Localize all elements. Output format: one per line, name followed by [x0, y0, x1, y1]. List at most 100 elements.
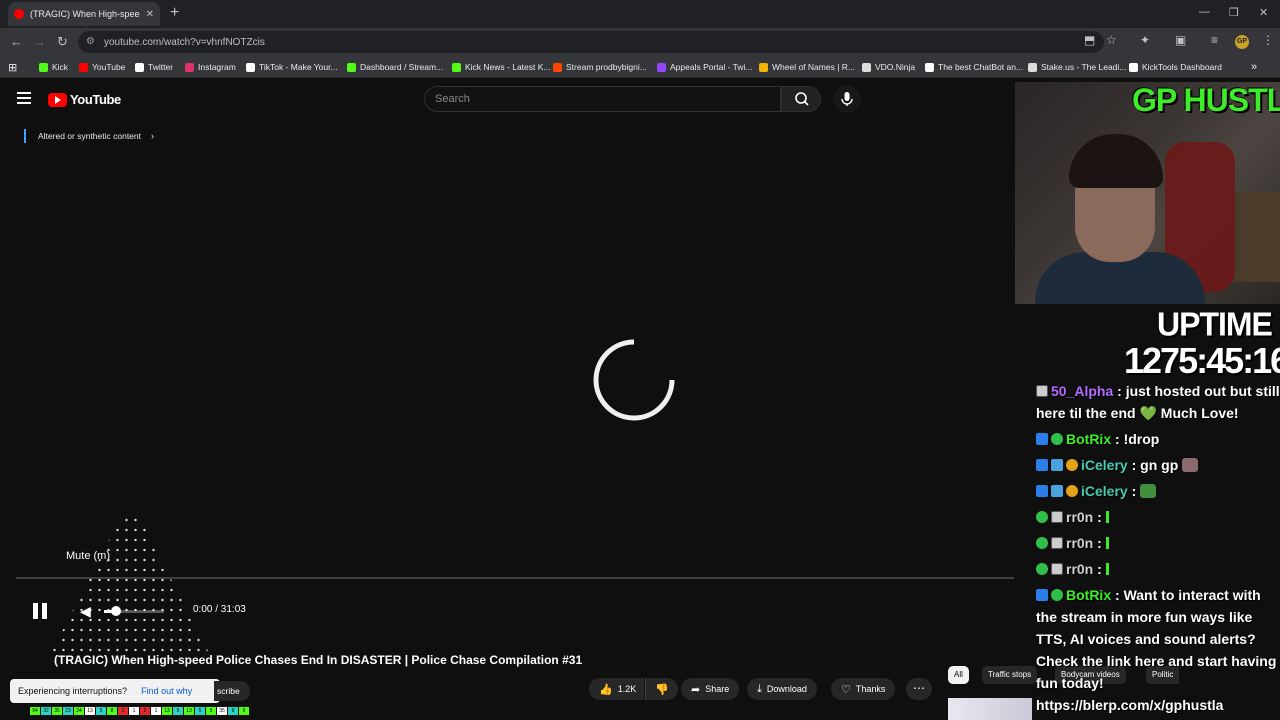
- bookmark-instagram[interactable]: Instagram: [185, 61, 236, 73]
- pause-bar-right: [42, 603, 47, 619]
- bot-badge-icon: [1036, 485, 1048, 497]
- thanks-button[interactable]: ♡ Thanks: [831, 678, 896, 700]
- bookmark-chatbot[interactable]: The best ChatBot an...: [925, 61, 1023, 73]
- site-info-icon[interactable]: ⚙: [86, 36, 95, 47]
- tv-badge-icon: [1036, 385, 1048, 397]
- minimize-button[interactable]: —: [1199, 6, 1210, 18]
- apps-grid-icon[interactable]: ⊞: [8, 61, 17, 74]
- youtube-logo[interactable]: YouTube: [48, 92, 121, 107]
- emote-strip-item: 35: [217, 707, 227, 715]
- like-button[interactable]: 👍 1.2K: [589, 678, 645, 700]
- bot-badge-icon: [1036, 589, 1048, 601]
- share-button[interactable]: ➦ Share: [681, 678, 740, 700]
- bot-badge-icon: [1036, 433, 1048, 445]
- close-window-button[interactable]: ✕: [1259, 6, 1268, 19]
- recommended-thumbnail[interactable]: [948, 698, 1032, 720]
- bookmark-stake[interactable]: Stake.us - The Leadi...: [1028, 61, 1126, 73]
- channel-brand: GP HUSTLA: [1132, 82, 1280, 118]
- emote-strip-item: 35: [52, 707, 62, 715]
- volume-knob[interactable]: [111, 606, 121, 616]
- kick-news-icon: [452, 62, 461, 72]
- emote-strip-item: 13: [162, 707, 172, 715]
- emote-strip-item: 5: [206, 707, 216, 715]
- address-bar[interactable]: ⚙ youtube.com/watch?v=vhnfNOTZcis: [78, 31, 1104, 53]
- new-tab-button[interactable]: +: [170, 4, 179, 22]
- emote-strip-item: 24: [74, 707, 84, 715]
- stream-icon: [553, 62, 562, 72]
- emote-icon: [1140, 484, 1157, 498]
- chat-message: BotRix : Want to interact with the strea…: [1036, 587, 1277, 713]
- subscribe-button[interactable]: scribe: [214, 681, 250, 701]
- chat-message: iCelery :: [1036, 480, 1280, 502]
- browser-menu-icon[interactable]: ⋮: [1262, 33, 1274, 47]
- x-icon: [135, 62, 144, 72]
- hamburger-menu-icon[interactable]: [17, 92, 31, 104]
- bookmark-kick-news[interactable]: Kick News - Latest K...: [452, 61, 551, 73]
- bookmark-appeals[interactable]: Appeals Portal - Twi...: [657, 61, 753, 73]
- download-button[interactable]: ⤓ Download: [747, 678, 817, 700]
- bookmark-youtube[interactable]: YouTube: [79, 61, 125, 73]
- bookmark-kick[interactable]: Kick: [39, 61, 68, 73]
- bookmark-wheel[interactable]: Wheel of Names | R...: [759, 61, 855, 73]
- extensions-icon[interactable]: ✦: [1140, 33, 1150, 47]
- pause-button[interactable]: [32, 603, 48, 619]
- bookmark-twitter[interactable]: Twitter: [135, 61, 173, 73]
- pause-bar-left: [33, 603, 38, 619]
- coin-badge-icon: [1066, 485, 1078, 497]
- microphone-icon: [841, 92, 853, 106]
- cursor-highlight-overlay: [50, 515, 210, 655]
- bookmark-kicktools[interactable]: KickTools Dashboard: [1129, 61, 1222, 73]
- verified-badge-icon: [1051, 589, 1063, 601]
- green-bar-emote-icon: [1105, 511, 1109, 523]
- thumbs-down-icon: 👎: [655, 683, 669, 696]
- verified-badge-icon: [1036, 563, 1048, 575]
- cube-badge-icon: [1051, 459, 1063, 471]
- altered-content-notice[interactable]: Altered or synthetic content ›: [24, 129, 154, 143]
- back-arrow-icon[interactable]: ←: [10, 34, 23, 49]
- tab-close-icon[interactable]: ✕: [146, 9, 154, 20]
- kicktools-icon: [1129, 62, 1138, 72]
- chip-all[interactable]: All: [948, 666, 969, 684]
- search-input[interactable]: Search: [424, 86, 781, 112]
- browser-tab-strip: (TRAGIC) When High-speed Po... ✕ + — ❐ ✕: [0, 0, 1280, 28]
- verified-badge-icon: [1036, 511, 1048, 523]
- reload-icon[interactable]: ↻: [57, 34, 68, 50]
- interruptions-notice: Experiencing interruptions? Find out why: [10, 679, 220, 703]
- media-icon[interactable]: ▣: [1175, 33, 1186, 47]
- cube-badge-icon: [1051, 485, 1063, 497]
- video-title: (TRAGIC) When High-speed Police Chases E…: [54, 653, 583, 667]
- tv-badge-icon: [1051, 563, 1063, 575]
- bookmarks-overflow-icon[interactable]: »: [1251, 61, 1257, 73]
- voice-search-button[interactable]: [833, 85, 861, 113]
- maximize-button[interactable]: ❐: [1229, 6, 1239, 19]
- search-button[interactable]: [781, 86, 821, 112]
- chat-message: rr0n :: [1036, 506, 1280, 528]
- share-icon: ➦: [691, 683, 701, 696]
- bookmark-star-icon[interactable]: ☆: [1106, 33, 1117, 47]
- chip-traffic-stops[interactable]: Traffic stops: [982, 666, 1038, 684]
- install-app-icon[interactable]: ⬒: [1084, 33, 1095, 47]
- emote-strip-item: 32: [41, 707, 51, 715]
- emote-strip-item: 6: [239, 707, 249, 715]
- forward-arrow-icon[interactable]: →: [33, 34, 46, 49]
- ninja-icon: [862, 62, 871, 72]
- more-actions-icon[interactable]: ⋯: [906, 678, 932, 700]
- coin-badge-icon: [1066, 459, 1078, 471]
- bookmark-tiktok[interactable]: TikTok - Make Your...: [246, 61, 338, 73]
- browser-tab-active[interactable]: (TRAGIC) When High-speed Po... ✕: [8, 2, 160, 26]
- dislike-button[interactable]: 👎: [645, 678, 678, 700]
- emote-strip-item: 1: [151, 707, 161, 715]
- bookmark-vdo-ninja[interactable]: VDO.Ninja: [862, 61, 915, 73]
- volume-icon[interactable]: ◀: [80, 603, 91, 620]
- profile-avatar[interactable]: GP: [1235, 35, 1249, 49]
- reading-list-icon[interactable]: ≡: [1211, 33, 1218, 47]
- bookmark-dashboard[interactable]: Dashboard / Stream...: [347, 61, 443, 73]
- emote-strip-item: 2: [140, 707, 150, 715]
- bookmark-stream[interactable]: Stream prodbybigni...: [553, 61, 647, 73]
- time-display: 0:00 / 31:03: [193, 604, 246, 615]
- search-icon: [795, 92, 809, 106]
- find-out-why-link[interactable]: Find out why: [141, 686, 192, 696]
- tv-badge-icon: [1051, 537, 1063, 549]
- emote-strip-item: 13: [184, 707, 194, 715]
- uptime-label: UPTIME: [1157, 305, 1273, 343]
